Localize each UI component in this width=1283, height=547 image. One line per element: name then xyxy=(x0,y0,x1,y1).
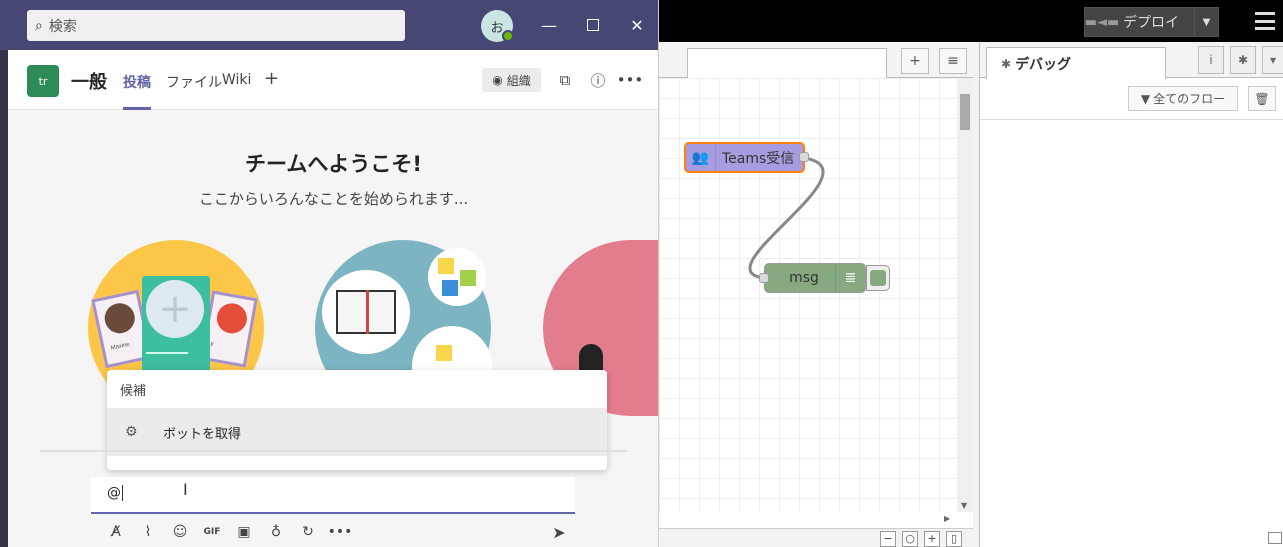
more-options-icon[interactable]: ••• xyxy=(617,70,644,90)
zoom-out-icon[interactable]: − xyxy=(880,531,896,547)
teams-icon: 👥 xyxy=(686,144,716,171)
search-input[interactable]: ⌕ 検索 xyxy=(27,10,405,41)
filter-icon: ▼ xyxy=(1140,91,1151,106)
workspace-vertical-scrollbar[interactable]: ▼ xyxy=(957,78,973,512)
zoom-in-icon[interactable]: + xyxy=(924,531,940,547)
note-icon-2 xyxy=(460,270,476,286)
search-icon: ⌕ xyxy=(35,17,43,34)
teams-in-node[interactable]: 👥 Teams受信 xyxy=(684,142,805,173)
sidebar-tabbar: ✱ デバッグ i ✱ ▾ xyxy=(980,42,1283,79)
workspace-tabbar: + ≡ xyxy=(659,42,973,79)
plus-icon: + xyxy=(146,280,204,338)
scroll-down-arrow-icon[interactable]: ▼ xyxy=(961,501,967,510)
trash-icon[interactable]: 🗑 xyxy=(1248,86,1276,111)
loop-icon[interactable]: ↻ xyxy=(292,520,324,544)
team-avatar[interactable]: tr xyxy=(27,65,59,97)
more-apps-icon[interactable]: ••• xyxy=(324,520,356,544)
note-icon-3 xyxy=(442,280,458,296)
debug-node[interactable]: msg ≣ xyxy=(764,263,866,293)
chevron-down-icon[interactable]: ▾ xyxy=(1262,46,1283,74)
ibeam-cursor-icon: I xyxy=(183,480,188,499)
deploy-icon: ▬◄▬ xyxy=(1084,14,1120,30)
deploy-button[interactable]: ▬◄▬ デプロイ ▼ xyxy=(1084,7,1219,37)
add-flow-plus-icon[interactable]: + xyxy=(901,48,929,74)
bug-icon: ✱ xyxy=(1001,56,1012,71)
emoji-icon[interactable]: ☺ xyxy=(164,520,196,544)
debug-node-label: msg xyxy=(789,270,819,286)
close-icon[interactable]: ✕ xyxy=(625,14,649,36)
attach-icon[interactable]: ⌇ xyxy=(132,520,164,544)
maximize-icon[interactable] xyxy=(581,14,605,36)
tab-files[interactable]: ファイル xyxy=(166,72,222,92)
welcome-title: チームへようこそ! xyxy=(245,152,422,176)
flow-tab[interactable] xyxy=(687,48,887,79)
list-icon: ≣ xyxy=(835,264,865,292)
input-port[interactable] xyxy=(759,273,769,283)
flow-filter-label: 全てのフロー xyxy=(1153,92,1226,106)
bot-icon: ⚙ xyxy=(125,424,138,440)
mention-suggestion-popup: 候補 ⚙ ボットを取得 xyxy=(107,370,607,470)
teams-titlebar: ⌕ 検索 お — ✕ xyxy=(0,0,658,50)
welcome-subtitle: ここからいろんなことを始められます... xyxy=(198,190,469,208)
eye-icon: ◉ xyxy=(492,73,503,87)
sticker-icon[interactable]: ▣ xyxy=(228,520,260,544)
suggestion-label: ボットを取得 xyxy=(163,426,242,442)
debug-toggle-button[interactable] xyxy=(866,265,890,291)
active-tab-indicator xyxy=(123,107,151,110)
org-button[interactable]: ◉ 組織 xyxy=(482,68,541,92)
app-rail xyxy=(0,50,8,547)
hamburger-menu-icon[interactable] xyxy=(1255,12,1275,30)
book-icon xyxy=(336,290,396,334)
send-icon[interactable]: ➤ xyxy=(548,522,570,542)
note-icon xyxy=(438,258,454,274)
scroll-right-arrow-icon[interactable]: ▶ xyxy=(944,514,950,523)
tab-posts[interactable]: 投稿 xyxy=(123,72,151,92)
org-button-label: 組織 xyxy=(506,73,531,88)
window-icon[interactable] xyxy=(1268,532,1282,544)
output-port[interactable] xyxy=(799,152,809,162)
format-icon[interactable]: A̸ xyxy=(100,520,132,544)
channel-name: 一般 xyxy=(71,72,107,93)
tab-debug-label: デバッグ xyxy=(1015,56,1072,73)
notes-bubble-illustration xyxy=(428,248,486,306)
teams-in-node-label: Teams受信 xyxy=(722,150,795,167)
suggestion-heading: 候補 xyxy=(120,384,147,399)
info-circle-icon[interactable]: ⓘ xyxy=(588,70,608,90)
gif-icon[interactable]: GIF xyxy=(196,520,228,544)
message-compose-input[interactable]: @ xyxy=(91,477,575,514)
praise-icon[interactable]: ♁ xyxy=(260,520,292,544)
minimize-icon[interactable]: — xyxy=(537,14,561,36)
map-icon[interactable]: ▯ xyxy=(946,531,962,547)
add-tab-plus-icon[interactable]: + xyxy=(264,68,279,89)
flow-filter-button[interactable]: ▼ 全てのフロー xyxy=(1128,86,1238,111)
meet-video-icon[interactable]: ⧉ xyxy=(555,70,575,90)
suggestion-get-bot[interactable]: ⚙ ボットを取得 xyxy=(107,408,607,456)
deploy-button-label: デプロイ xyxy=(1123,15,1179,31)
tab-debug[interactable]: ✱ デバッグ xyxy=(986,47,1166,79)
member-card-name: Maxine xyxy=(110,341,131,352)
teams-window: ⌕ 検索 お — ✕ tr 一般 投稿 ファイル Wiki + ◉ 組織 ⧉ ⓘ… xyxy=(0,0,659,547)
search-placeholder: 検索 xyxy=(48,18,77,35)
member-card-name-2: y xyxy=(209,340,215,348)
flow-list-icon[interactable]: ≡ xyxy=(939,48,967,74)
bug-tab-icon[interactable]: ✱ xyxy=(1230,46,1256,74)
debug-toolbar: ▼ 全てのフロー 🗑 xyxy=(980,78,1283,120)
debug-sidebar: ✱ デバッグ i ✱ ▾ ▼ 全てのフロー 🗑 xyxy=(979,42,1283,547)
tab-wiki[interactable]: Wiki xyxy=(222,72,251,88)
compose-toolbar: A̸ ⌇ ☺ GIF ▣ ♁ ↻ ••• xyxy=(100,520,356,544)
presence-available-icon xyxy=(502,30,514,42)
zoom-reset-icon[interactable]: ○ xyxy=(902,531,918,547)
compose-divider xyxy=(40,450,627,452)
sticky-note-icon xyxy=(436,345,452,361)
channel-header: tr 一般 投稿 ファイル Wiki + ◉ 組織 ⧉ ⓘ ••• xyxy=(8,50,658,110)
caret-down-icon[interactable]: ▼ xyxy=(1194,8,1218,36)
compose-value: @ xyxy=(107,485,121,501)
info-icon[interactable]: i xyxy=(1198,46,1224,74)
